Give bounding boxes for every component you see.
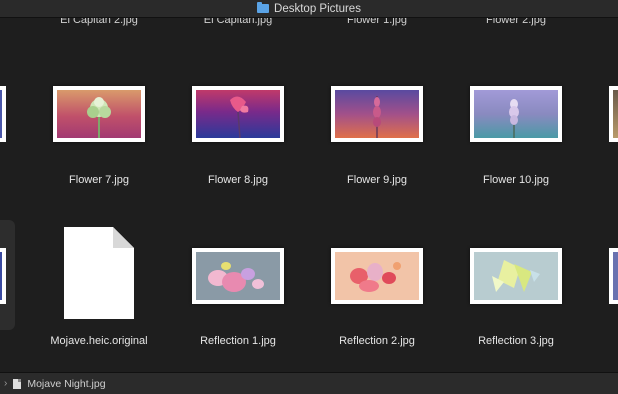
flower-image bbox=[87, 97, 111, 138]
flower-image bbox=[230, 96, 249, 138]
window-title: Desktop Pictures bbox=[274, 2, 361, 15]
file-label[interactable]: Mojave.heic.original bbox=[29, 335, 169, 347]
file-label[interactable]: El Capitan.jpg bbox=[168, 18, 308, 26]
partial-thumbnail[interactable] bbox=[0, 86, 6, 142]
file-icon bbox=[13, 378, 22, 389]
file-label[interactable]: Flower 8.jpg bbox=[168, 174, 308, 186]
file-label[interactable]: Reflection 2.jpg bbox=[307, 335, 447, 347]
document-icon[interactable] bbox=[63, 226, 135, 320]
file-label[interactable]: Flower 10.jpg bbox=[446, 174, 586, 186]
thumbnail-reflection-1[interactable] bbox=[192, 248, 284, 304]
thumbnail-flower-9[interactable] bbox=[331, 86, 423, 142]
window-titlebar: Desktop Pictures bbox=[0, 0, 618, 18]
path-bar: › Mojave Night.jpg bbox=[0, 372, 618, 394]
abstract-image bbox=[208, 262, 264, 292]
abstract-image bbox=[492, 260, 540, 292]
thumbnail-reflection-3[interactable] bbox=[470, 248, 562, 304]
thumbnail-flower-7[interactable] bbox=[53, 86, 145, 142]
partial-thumbnail[interactable] bbox=[609, 248, 618, 304]
file-label[interactable]: Reflection 1.jpg bbox=[168, 335, 308, 347]
thumbnail-flower-10[interactable] bbox=[470, 86, 562, 142]
path-separator: › bbox=[4, 378, 8, 389]
partial-thumbnail[interactable] bbox=[0, 248, 6, 304]
thumbnail-flower-8[interactable] bbox=[192, 86, 284, 142]
file-label[interactable]: Flower 2.jpg bbox=[446, 18, 586, 26]
icon-grid: El Capitan 2.jpg El Capitan.jpg Flower 1… bbox=[0, 18, 618, 372]
file-label[interactable]: Flower 7.jpg bbox=[29, 174, 169, 186]
file-label[interactable]: Flower 1.jpg bbox=[307, 18, 447, 26]
partial-thumbnail[interactable] bbox=[609, 86, 618, 142]
path-current-item[interactable]: Mojave Night.jpg bbox=[27, 378, 105, 390]
thumbnail-reflection-2[interactable] bbox=[331, 248, 423, 304]
file-label[interactable]: El Capitan 2.jpg bbox=[29, 18, 169, 26]
folder-icon bbox=[257, 2, 270, 13]
abstract-image bbox=[350, 262, 401, 292]
file-label[interactable]: Flower 9.jpg bbox=[307, 174, 447, 186]
flower-image bbox=[509, 99, 519, 138]
file-label[interactable]: Reflection 3.jpg bbox=[446, 335, 586, 347]
flower-image bbox=[373, 96, 381, 138]
